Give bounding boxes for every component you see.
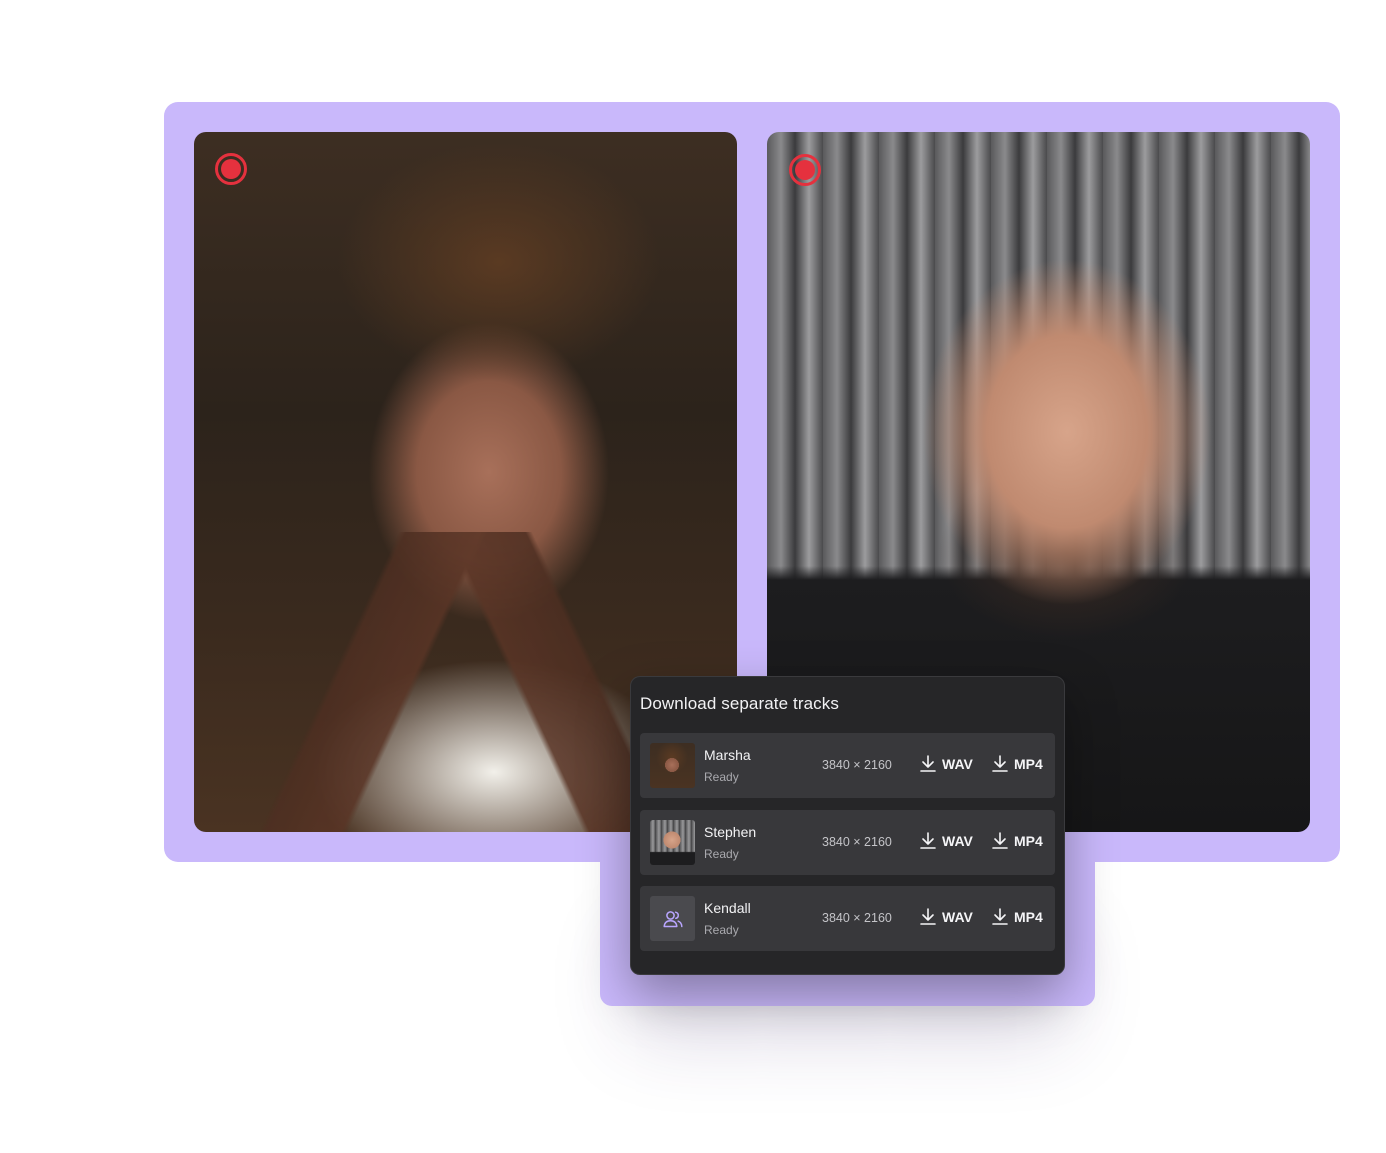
users-icon xyxy=(662,910,683,927)
download-icon xyxy=(992,755,1008,772)
download-wav-button[interactable]: WAV xyxy=(920,832,973,849)
avatar xyxy=(650,820,695,865)
download-icon xyxy=(992,908,1008,925)
track-name: Marsha xyxy=(704,747,751,763)
panel-title: Download separate tracks xyxy=(640,694,839,713)
track-status: Ready xyxy=(704,770,739,784)
track-name: Kendall xyxy=(704,900,751,916)
track-row: Marsha Ready 3840 × 2160 WAV MP4 xyxy=(640,733,1055,798)
record-icon xyxy=(789,154,821,186)
track-resolution: 3840 × 2160 xyxy=(822,911,892,925)
record-icon xyxy=(215,153,247,185)
track-row: Stephen Ready 3840 × 2160 WAV MP4 xyxy=(640,810,1055,875)
track-status: Ready xyxy=(704,923,739,937)
download-mp4-button[interactable]: MP4 xyxy=(992,755,1043,772)
download-mp4-button[interactable]: MP4 xyxy=(992,908,1043,925)
mp4-label: MP4 xyxy=(1014,832,1043,849)
download-tracks-panel: Download separate tracks Marsha Ready 38… xyxy=(630,676,1065,975)
wav-label: WAV xyxy=(942,755,973,772)
wav-label: WAV xyxy=(942,832,973,849)
download-icon xyxy=(992,832,1008,849)
avatar xyxy=(650,743,695,788)
track-resolution: 3840 × 2160 xyxy=(822,835,892,849)
avatar xyxy=(650,896,695,941)
track-name: Stephen xyxy=(704,824,757,840)
track-row: Kendall Ready 3840 × 2160 WAV MP4 xyxy=(640,886,1055,951)
download-mp4-button[interactable]: MP4 xyxy=(992,832,1043,849)
download-icon xyxy=(920,755,936,772)
download-icon xyxy=(920,832,936,849)
mp4-label: MP4 xyxy=(1014,908,1043,925)
download-wav-button[interactable]: WAV xyxy=(920,908,973,925)
track-resolution: 3840 × 2160 xyxy=(822,758,892,772)
wav-label: WAV xyxy=(942,908,973,925)
track-status: Ready xyxy=(704,847,739,861)
download-wav-button[interactable]: WAV xyxy=(920,755,973,772)
mp4-label: MP4 xyxy=(1014,755,1043,772)
download-icon xyxy=(920,908,936,925)
